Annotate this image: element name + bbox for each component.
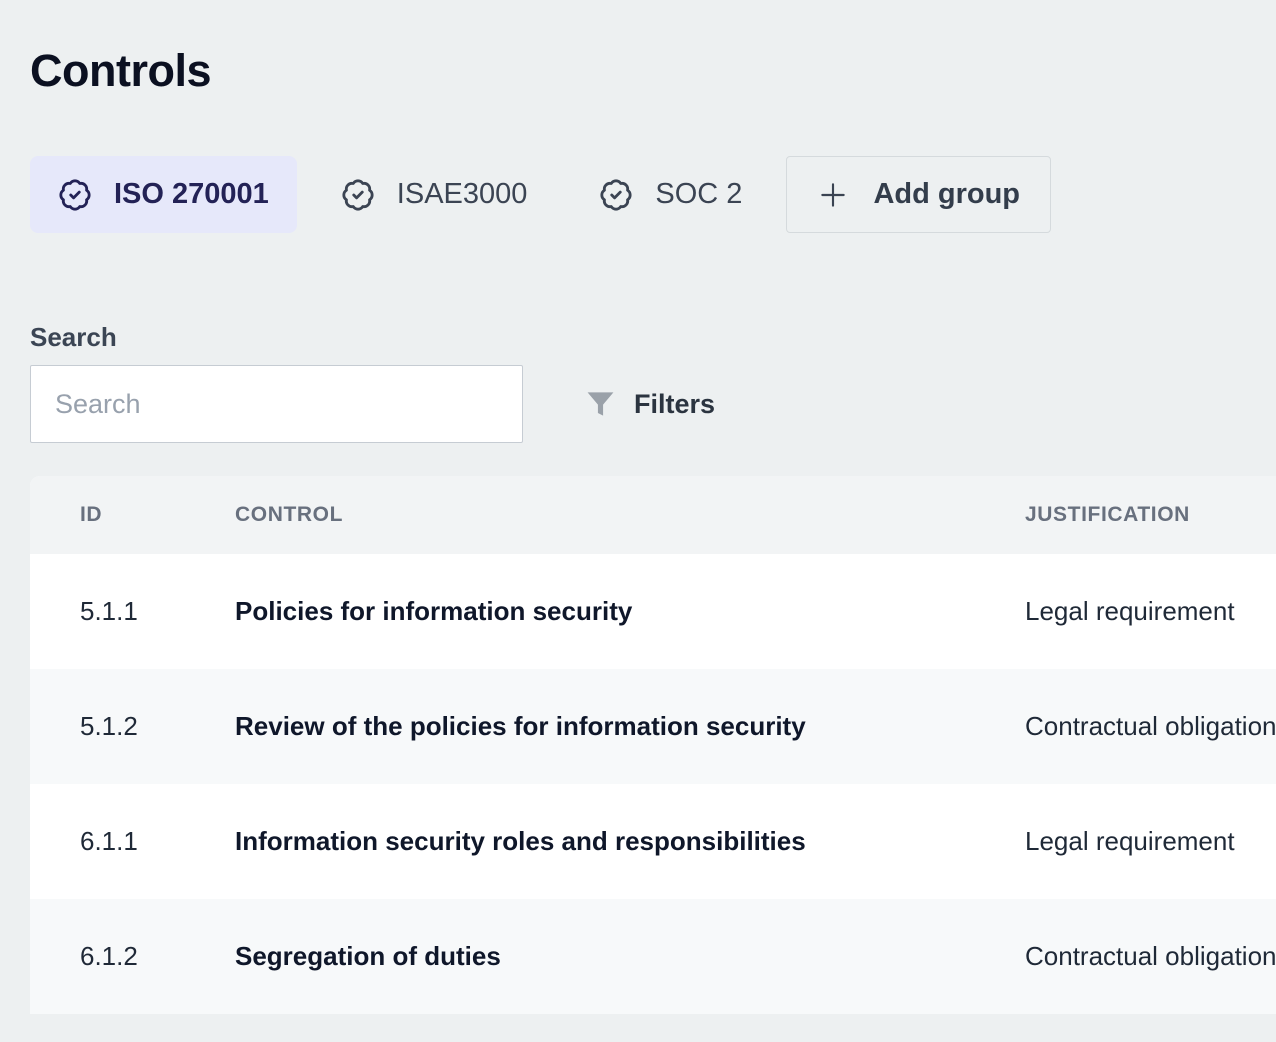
filter-funnel-icon (585, 387, 616, 421)
page-title: Controls (30, 42, 1276, 100)
table-row[interactable]: 6.1.2 Segregation of duties Contractual … (30, 899, 1276, 1014)
search-label: Search (30, 322, 1276, 353)
group-tabs: ISO 270001 ISAE3000 SOC 2 Add group (30, 156, 1276, 233)
plus-icon (817, 179, 849, 211)
cell-id: 5.1.2 (80, 711, 235, 742)
column-header-justification: JUSTIFICATION (1025, 503, 1276, 527)
cell-justification: Contractual obligation (1025, 941, 1276, 972)
column-header-id: ID (80, 503, 235, 527)
cell-control: Information security roles and responsib… (235, 826, 1025, 857)
filters-button[interactable]: Filters (585, 387, 715, 421)
group-tab-label: ISAE3000 (397, 178, 528, 211)
controls-page: Controls ISO 270001 ISAE3000 SOC 2 Add g… (0, 42, 1276, 1014)
search-input[interactable] (30, 365, 523, 443)
filters-label: Filters (634, 389, 715, 420)
badge-check-icon (341, 178, 375, 212)
group-tab-label: SOC 2 (655, 178, 742, 211)
column-header-control: CONTROL (235, 503, 1025, 527)
table-header-row: IDCONTROLJUSTIFICATION (30, 476, 1276, 554)
group-tab-soc-2[interactable]: SOC 2 (571, 156, 770, 233)
cell-id: 6.1.2 (80, 941, 235, 972)
table-row[interactable]: 5.1.2 Review of the policies for informa… (30, 669, 1276, 784)
cell-control: Review of the policies for information s… (235, 711, 1025, 742)
table-row[interactable]: 6.1.1 Information security roles and res… (30, 784, 1276, 899)
table-body: 5.1.1 Policies for information security … (30, 554, 1276, 1014)
cell-justification: Contractual obligation (1025, 711, 1276, 742)
table-row[interactable]: 5.1.1 Policies for information security … (30, 554, 1276, 669)
cell-control: Segregation of duties (235, 941, 1025, 972)
badge-check-icon (58, 178, 92, 212)
group-tab-isae3000[interactable]: ISAE3000 (313, 156, 556, 233)
cell-justification: Legal requirement (1025, 826, 1276, 857)
cell-justification: Legal requirement (1025, 596, 1276, 627)
group-tab-iso-270001[interactable]: ISO 270001 (30, 156, 297, 233)
add-group-button[interactable]: Add group (786, 156, 1051, 233)
controls-table: IDCONTROLJUSTIFICATION 5.1.1 Policies fo… (30, 476, 1276, 1014)
badge-check-icon (599, 178, 633, 212)
group-tab-label: ISO 270001 (114, 178, 269, 211)
cell-control: Policies for information security (235, 596, 1025, 627)
cell-id: 6.1.1 (80, 826, 235, 857)
add-group-label: Add group (873, 178, 1020, 211)
cell-id: 5.1.1 (80, 596, 235, 627)
search-row: Filters (30, 365, 1276, 443)
